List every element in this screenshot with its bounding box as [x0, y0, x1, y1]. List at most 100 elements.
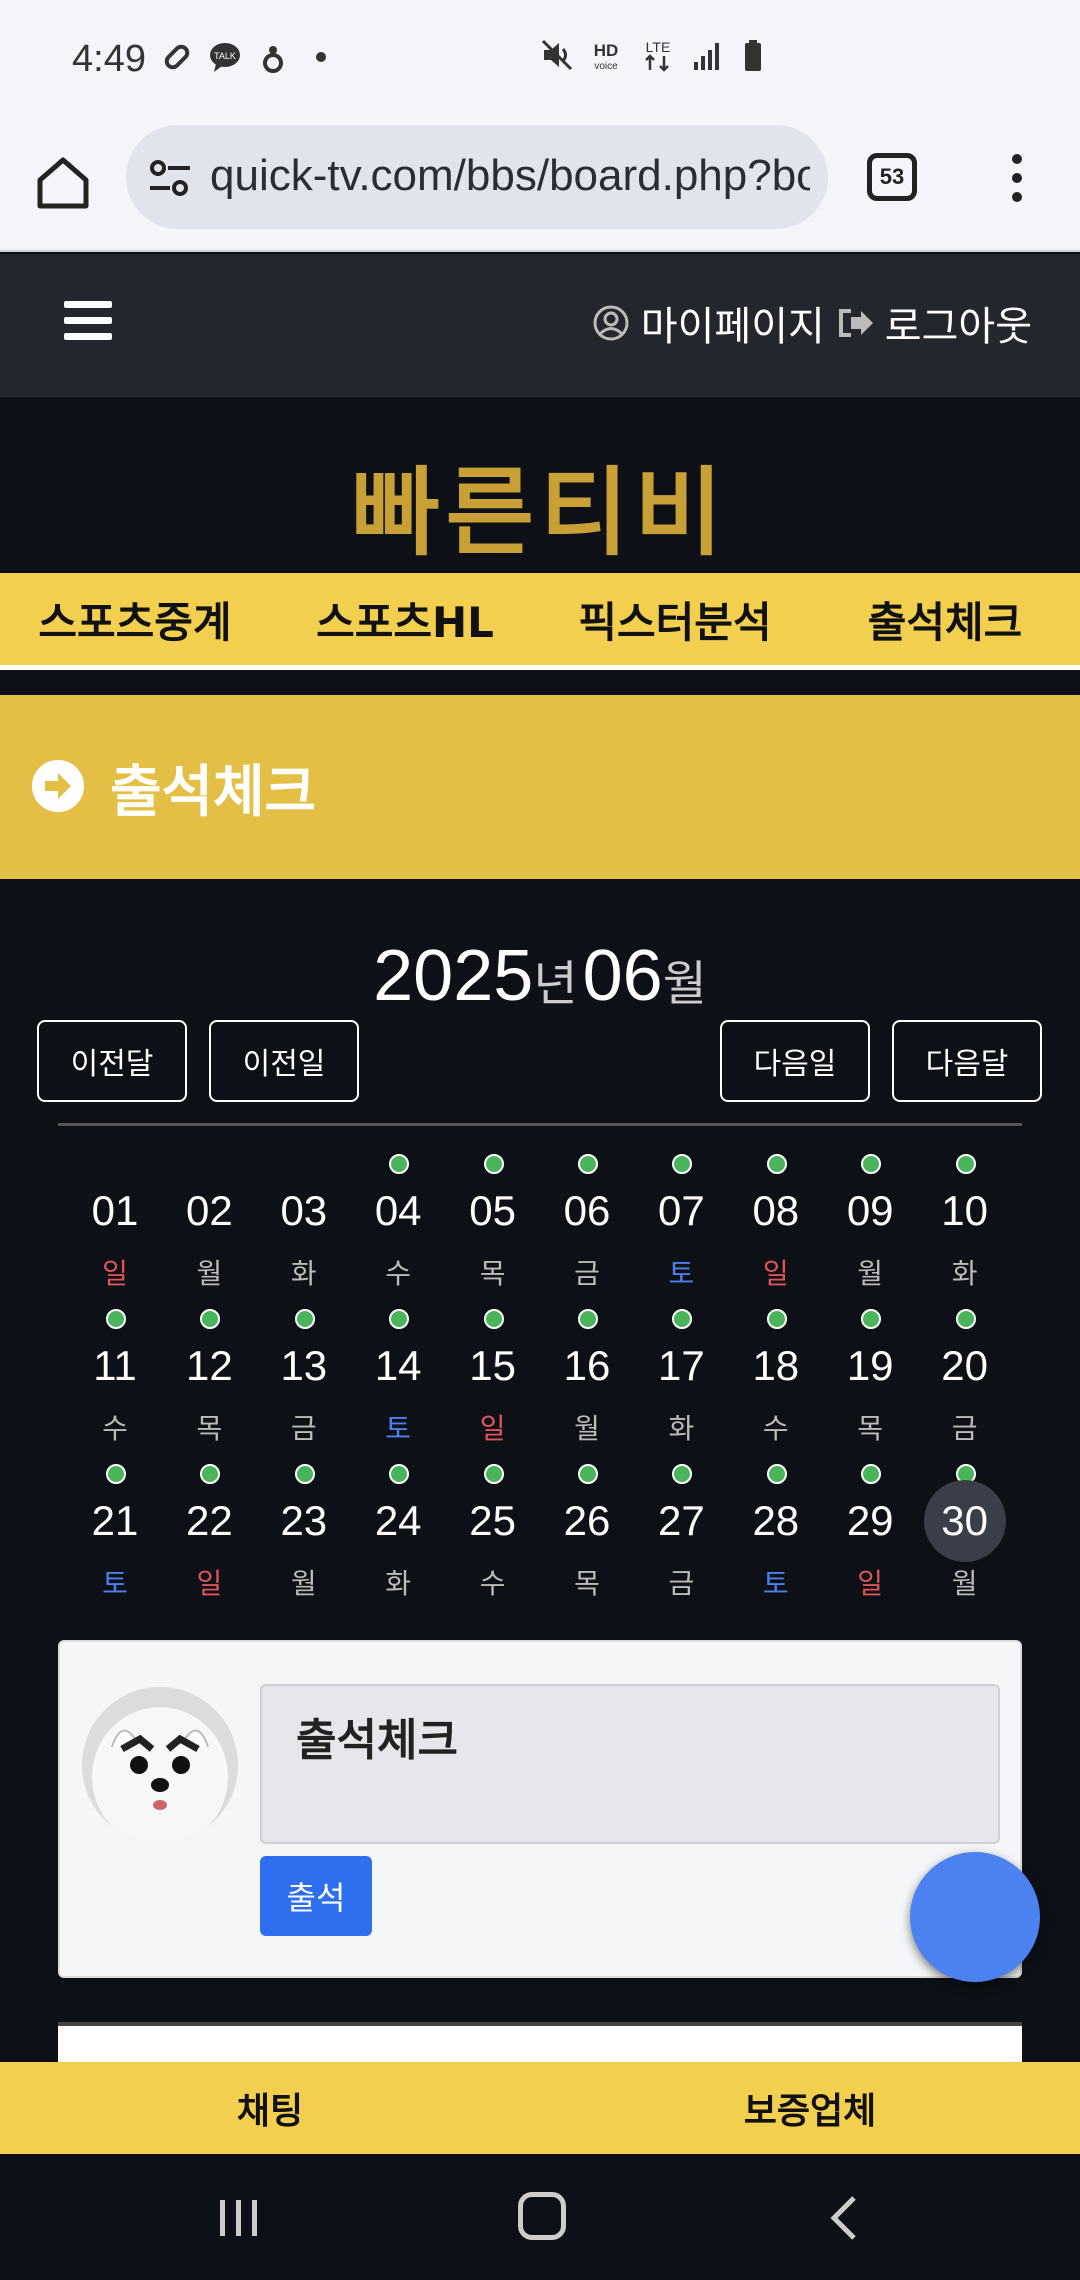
calendar-day[interactable]: 07 토: [634, 1148, 728, 1303]
calendar-day[interactable]: 17 화: [634, 1303, 728, 1458]
calendar-day[interactable]: 10 화: [918, 1148, 1012, 1303]
calendar-weekday: 일: [762, 1257, 789, 1290]
calendar-weekday: 수: [385, 1257, 412, 1290]
calendar-day[interactable]: 12 목: [162, 1303, 256, 1458]
menu-icon[interactable]: [64, 301, 112, 341]
calendar-day-number: 02: [186, 1187, 233, 1234]
address-bar[interactable]: quick-tv.com/bbs/board.php?bo: [126, 125, 828, 229]
calendar-day[interactable]: 08 일: [729, 1148, 823, 1303]
avatar: [82, 1687, 238, 1843]
calendar-weekday: 월: [857, 1257, 884, 1290]
calendar-weekday: 토: [102, 1567, 128, 1600]
calendar-day-number: 30: [923, 1480, 1006, 1562]
calendar-day[interactable]: 03 화: [257, 1148, 351, 1303]
svg-text:HD: HD: [594, 41, 619, 60]
calendar-day-number: 23: [280, 1497, 328, 1544]
status-bar: 4:49 TALK HD voice LTE: [0, 0, 1080, 125]
logout-link[interactable]: 로그아웃: [835, 294, 1032, 352]
calendar-day[interactable]: 24 화: [351, 1458, 445, 1613]
attended-dot-icon: [766, 1464, 787, 1484]
calendar-day-number: 12: [186, 1342, 233, 1389]
calendar-day-number: 28: [752, 1497, 800, 1544]
calendar-day[interactable]: 20 금: [918, 1303, 1012, 1458]
site-logo[interactable]: 빠른티비: [0, 435, 1080, 574]
calendar-day[interactable]: 15 일: [446, 1303, 540, 1458]
battery-icon: [745, 40, 761, 71]
calendar-day[interactable]: 05 목: [446, 1148, 540, 1303]
calendar-day[interactable]: 29 일: [823, 1458, 917, 1613]
svg-text:voice: voice: [594, 61, 618, 72]
logout-label: 로그아웃: [884, 304, 1032, 350]
bottom-bar: 채팅 보증업체: [0, 2062, 1080, 2154]
calendar-divider: [58, 1123, 1022, 1126]
partner-button[interactable]: 보증업체: [540, 2082, 1080, 2134]
calendar-weekday: 목: [196, 1412, 223, 1445]
calendar-day[interactable]: 11 수: [68, 1303, 162, 1458]
mute-icon: [541, 39, 573, 71]
calendar-day-number: 26: [563, 1497, 611, 1544]
calendar-day[interactable]: 23 월: [257, 1458, 351, 1613]
calendar-day[interactable]: 21 토: [68, 1458, 162, 1613]
mypage-link[interactable]: 마이페이지: [591, 294, 825, 352]
chat-button[interactable]: 채팅: [0, 2082, 540, 2134]
calendar-heading: 2025년 06월: [0, 935, 1080, 1017]
calendar-weekday: 월: [196, 1257, 223, 1290]
floating-action-button[interactable]: [910, 1852, 1040, 1982]
recent-apps-icon[interactable]: [216, 2198, 262, 2238]
next-day-button[interactable]: 다음일: [720, 1020, 870, 1102]
nav-item-sports-live[interactable]: 스포츠중계: [0, 589, 270, 650]
prev-day-button[interactable]: 이전일: [209, 1020, 359, 1102]
calendar-day[interactable]: 09 월: [823, 1148, 917, 1303]
calendar-day[interactable]: 16 월: [540, 1303, 634, 1458]
memo-field[interactable]: 출석체크: [260, 1684, 1000, 1844]
calendar-weekday: 일: [479, 1412, 506, 1445]
calendar-day[interactable]: 28 토: [729, 1458, 823, 1613]
system-home-icon[interactable]: [518, 2192, 566, 2240]
link-icon: [164, 44, 190, 70]
next-month-button[interactable]: 다음달: [892, 1020, 1042, 1102]
attended-dot-icon: [672, 1154, 693, 1174]
url-text[interactable]: quick-tv.com/bbs/board.php?bo: [210, 151, 810, 201]
nav-item-sports-highlight[interactable]: 스포츠HL: [270, 589, 540, 650]
calendar-day[interactable]: 26 목: [540, 1458, 634, 1613]
attended-dot-icon: [389, 1464, 410, 1484]
attend-button[interactable]: 출석: [260, 1856, 372, 1936]
arrow-right-circle-icon: [32, 760, 84, 812]
prev-month-button[interactable]: 이전달: [37, 1020, 187, 1102]
calendar-year: 2025: [373, 936, 534, 1016]
calendar-day[interactable]: 13 금: [257, 1303, 351, 1458]
attended-dot-icon: [672, 1309, 693, 1329]
calendar-weekday: 화: [385, 1567, 412, 1600]
calendar-weekday: 목: [857, 1412, 884, 1445]
site-settings-icon[interactable]: [148, 158, 192, 198]
home-icon[interactable]: [30, 150, 96, 216]
calendar-day[interactable]: 02 월: [162, 1148, 256, 1303]
calendar-day[interactable]: 22 일: [162, 1458, 256, 1613]
calendar-day-number: 21: [91, 1497, 139, 1544]
calendar-weekday: 월: [951, 1567, 978, 1600]
tab-count-button[interactable]: 53: [867, 153, 917, 201]
attended-dot-icon: [106, 1464, 126, 1484]
calendar-day-number: 15: [469, 1342, 516, 1389]
back-icon[interactable]: [826, 2194, 862, 2242]
calendar-weekday: 수: [762, 1412, 789, 1445]
calendar-day[interactable]: 25 수: [446, 1458, 540, 1613]
calendar-day-number: 01: [91, 1187, 139, 1234]
calendar-day[interactable]: 06 금: [540, 1148, 634, 1303]
svg-text:TALK: TALK: [214, 51, 236, 61]
calendar-day-number: 10: [941, 1187, 988, 1234]
calendar-day[interactable]: 14 토: [351, 1303, 445, 1458]
calendar-day[interactable]: 30 월: [918, 1458, 1012, 1613]
calendar-day[interactable]: 19 목: [823, 1303, 917, 1458]
calendar-weekday: 토: [762, 1567, 789, 1600]
calendar-day-number: 20: [941, 1342, 988, 1389]
nav-item-attendance[interactable]: 출석체크: [810, 589, 1080, 650]
more-options-icon[interactable]: [1005, 153, 1029, 203]
calendar-day[interactable]: 01 일: [68, 1148, 162, 1303]
calendar-day-number: 24: [374, 1497, 422, 1544]
attended-dot-icon: [861, 1154, 882, 1174]
nav-item-pickster-analysis[interactable]: 픽스터분석: [540, 589, 810, 650]
calendar-day[interactable]: 27 금: [634, 1458, 728, 1613]
calendar-day[interactable]: 04 수: [351, 1148, 445, 1303]
calendar-day[interactable]: 18 수: [729, 1303, 823, 1458]
